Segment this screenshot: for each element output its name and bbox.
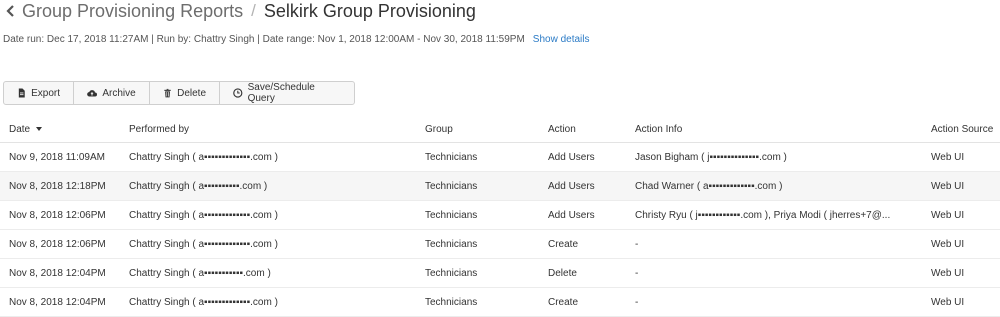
cell-action-info: - <box>626 287 922 317</box>
cell-action-info: - <box>626 229 922 259</box>
table-row[interactable]: Nov 8, 2018 12:04PM Chattry Singh ( a▪▪▪… <box>0 258 1000 288</box>
cloud-upload-icon <box>87 90 98 97</box>
delete-button[interactable]: Delete <box>150 82 220 104</box>
cell-action-source: Web UI <box>922 200 1000 230</box>
cell-date: Nov 8, 2018 12:06PM <box>0 229 120 259</box>
cell-group: Technicians <box>416 258 539 288</box>
save-schedule-query-button[interactable]: Save/Schedule Query <box>220 82 354 104</box>
cell-action: Add Users <box>539 200 626 230</box>
cell-action: Add Users <box>539 171 626 201</box>
cell-action-source: Web UI <box>922 229 1000 259</box>
caret-down-icon[interactable] <box>36 127 43 132</box>
cell-performed-by: Chattry Singh ( a▪▪▪▪▪▪▪▪▪▪.com ) <box>120 171 416 201</box>
table-row[interactable]: Nov 8, 2018 12:04PM Chattry Singh ( a▪▪▪… <box>0 287 1000 317</box>
cell-action: Add Users <box>539 142 626 172</box>
cell-action-info: Christy Ryu ( j▪▪▪▪▪▪▪▪▪▪▪▪.com ), Priya… <box>626 200 922 230</box>
cell-action: Create <box>539 229 626 259</box>
cell-group: Technicians <box>416 229 539 259</box>
cell-action-source: Web UI <box>922 287 1000 317</box>
report-meta: Date run: Dec 17, 2018 11:27AM | Run by:… <box>3 34 590 45</box>
column-header-performed-by[interactable]: Performed by <box>120 117 416 143</box>
archive-button[interactable]: Archive <box>74 82 150 104</box>
report-meta-text: Date run: Dec 17, 2018 11:27AM | Run by:… <box>3 34 525 45</box>
export-button[interactable]: Export <box>4 82 74 104</box>
cell-performed-by: Chattry Singh ( a▪▪▪▪▪▪▪▪▪▪▪▪▪.com ) <box>120 229 416 259</box>
cell-date: Nov 8, 2018 12:06PM <box>0 200 120 230</box>
cell-action: Delete <box>539 258 626 288</box>
cell-date: Nov 8, 2018 12:18PM <box>0 171 120 201</box>
table-row[interactable]: Nov 9, 2018 11:09AM Chattry Singh ( a▪▪▪… <box>0 142 1000 172</box>
trash-icon <box>164 88 171 98</box>
report-table: Date Performed by Group Action Action In… <box>0 117 1000 317</box>
cell-group: Technicians <box>416 200 539 230</box>
save-schedule-query-label: Save/Schedule Query <box>247 82 315 104</box>
table-header-row: Date Performed by Group Action Action In… <box>0 117 1000 143</box>
cell-action-source: Web UI <box>922 258 1000 288</box>
cell-performed-by: Chattry Singh ( a▪▪▪▪▪▪▪▪▪▪▪▪▪.com ) <box>120 287 416 317</box>
cell-group: Technicians <box>416 171 539 201</box>
page-header: Group Provisioning Reports / Selkirk Gro… <box>0 0 476 22</box>
cell-performed-by: Chattry Singh ( a▪▪▪▪▪▪▪▪▪▪▪.com ) <box>120 258 416 288</box>
show-details-link[interactable]: Show details <box>533 34 590 45</box>
column-header-action-info[interactable]: Action Info <box>626 117 922 143</box>
cell-action-source: Web UI <box>922 142 1000 172</box>
clock-icon <box>233 88 243 98</box>
cell-date: Nov 9, 2018 11:09AM <box>0 142 120 172</box>
cell-action-info: Chad Warner ( a▪▪▪▪▪▪▪▪▪▪▪▪▪.com ) <box>626 171 922 201</box>
breadcrumb-separator: / <box>251 1 256 20</box>
column-header-action-source[interactable]: Action Source <box>922 117 1000 143</box>
breadcrumb[interactable]: Group Provisioning Reports <box>22 1 243 22</box>
delete-label: Delete <box>177 87 206 99</box>
page-title: Selkirk Group Provisioning <box>263 0 476 21</box>
column-header-group[interactable]: Group <box>416 117 539 143</box>
cell-action-info: - <box>626 258 922 288</box>
chevron-left-icon[interactable] <box>0 0 22 22</box>
column-header-date[interactable]: Date <box>0 117 120 143</box>
export-label: Export <box>31 87 60 99</box>
cell-performed-by: Chattry Singh ( a▪▪▪▪▪▪▪▪▪▪▪▪▪.com ) <box>120 200 416 230</box>
cell-performed-by: Chattry Singh ( a▪▪▪▪▪▪▪▪▪▪▪▪▪.com ) <box>120 142 416 172</box>
cell-action-source: Web UI <box>922 171 1000 201</box>
column-header-label: Date <box>9 124 31 135</box>
cell-action-info: Jason Bigham ( j▪▪▪▪▪▪▪▪▪▪▪▪▪▪.com ) <box>626 142 922 172</box>
cell-action: Create <box>539 287 626 317</box>
table-row[interactable]: Nov 8, 2018 12:06PM Chattry Singh ( a▪▪▪… <box>0 229 1000 259</box>
table-row[interactable]: Nov 8, 2018 12:06PM Chattry Singh ( a▪▪▪… <box>0 200 1000 230</box>
cell-group: Technicians <box>416 142 539 172</box>
file-icon <box>18 88 25 98</box>
table-row[interactable]: Nov 8, 2018 12:18PM Chattry Singh ( a▪▪▪… <box>0 171 1000 201</box>
archive-label: Archive <box>102 87 136 99</box>
column-header-action[interactable]: Action <box>539 117 626 143</box>
cell-group: Technicians <box>416 287 539 317</box>
cell-date: Nov 8, 2018 12:04PM <box>0 258 120 288</box>
cell-date: Nov 8, 2018 12:04PM <box>0 287 120 317</box>
action-toolbar: Export Archive Delete Save/Schedule Quer… <box>3 81 355 105</box>
